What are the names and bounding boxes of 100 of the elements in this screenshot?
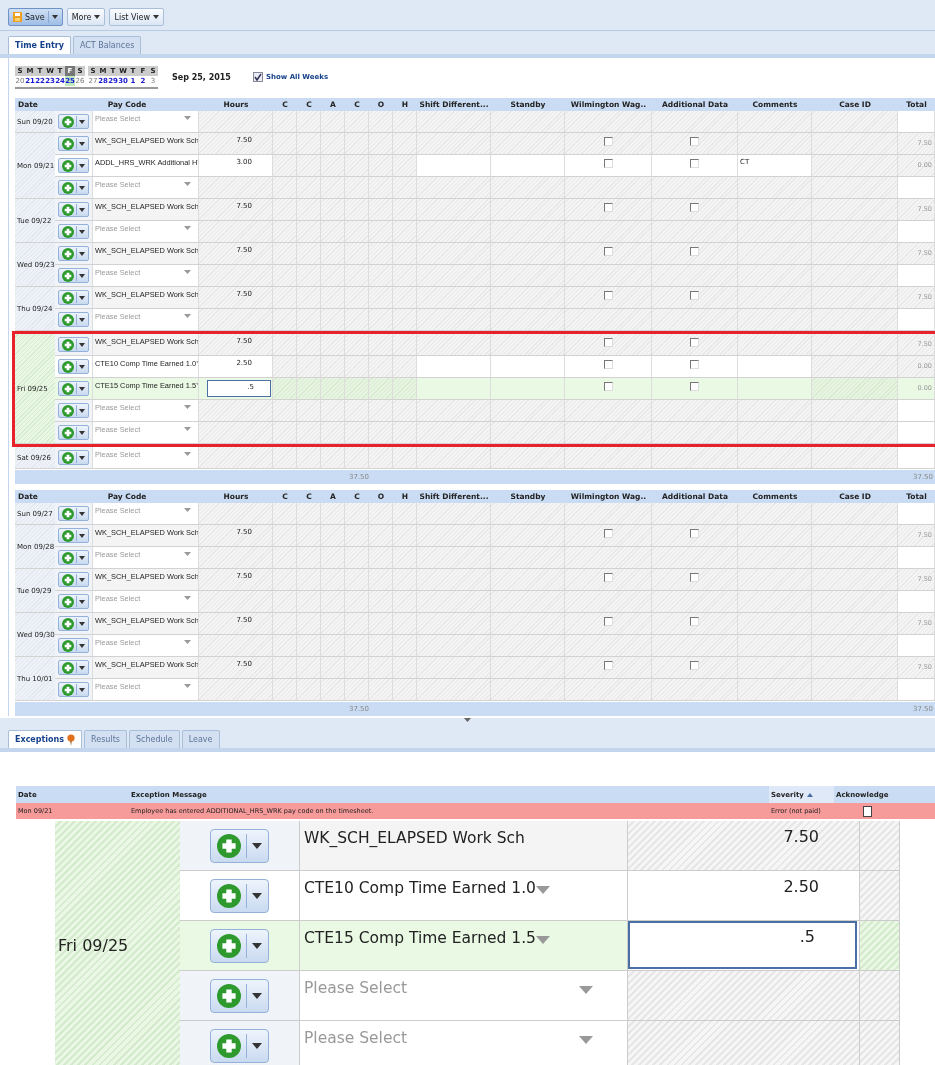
checkbox[interactable]	[690, 360, 699, 369]
caret-icon	[79, 511, 85, 516]
checkbox[interactable]	[603, 360, 613, 369]
dropdown-caret-icon	[184, 182, 191, 186]
checkbox[interactable]	[690, 159, 699, 168]
checkbox[interactable]	[690, 382, 699, 391]
plus-icon	[62, 683, 74, 696]
plus-icon	[62, 382, 74, 395]
tab[interactable]: Schedule	[128, 730, 180, 748]
checkbox[interactable]	[603, 159, 613, 168]
caret-icon	[79, 229, 85, 234]
plus-icon	[217, 883, 241, 908]
show-all-weeks-checkbox[interactable]	[252, 72, 263, 82]
dropdown-caret-icon	[535, 936, 550, 944]
checkbox[interactable]	[603, 529, 613, 538]
dropdown-caret-icon	[184, 508, 191, 512]
plus-icon	[62, 181, 74, 194]
plus-icon	[62, 661, 74, 674]
plus-icon	[62, 426, 74, 439]
collapse-caret-icon[interactable]	[464, 718, 471, 722]
plus-icon	[62, 507, 74, 520]
plus-icon	[62, 338, 74, 351]
caret-icon	[79, 207, 85, 212]
caret-icon	[79, 533, 85, 538]
caret-icon	[252, 942, 262, 949]
checkbox[interactable]	[603, 661, 613, 670]
caret-icon	[79, 317, 85, 322]
plus-icon	[217, 1033, 241, 1058]
dropdown-caret-icon	[579, 1036, 593, 1044]
checkbox[interactable]	[690, 338, 699, 347]
tab[interactable]: Exceptions	[8, 730, 83, 748]
caret-icon	[79, 364, 85, 369]
tab[interactable]: Leave	[181, 730, 220, 748]
tab[interactable]: Results	[84, 730, 127, 748]
checkbox[interactable]	[690, 247, 699, 256]
caret-icon	[79, 163, 85, 168]
checkbox[interactable]	[690, 529, 699, 538]
hours-input[interactable]: 7.50	[783, 821, 859, 870]
dropdown-caret-icon	[184, 552, 191, 556]
dropdown-caret-icon	[184, 427, 191, 431]
save-button[interactable]: Save	[8, 8, 63, 26]
checkbox[interactable]	[690, 661, 699, 670]
checkbox[interactable]	[603, 291, 613, 300]
checkbox[interactable]	[603, 338, 613, 347]
checkbox[interactable]	[690, 617, 699, 626]
checkbox[interactable]	[690, 137, 699, 146]
caret-icon	[252, 892, 262, 899]
plus-icon	[217, 833, 241, 858]
caret-icon	[79, 430, 85, 435]
plus-icon	[62, 451, 74, 464]
caret-icon	[79, 687, 85, 692]
date-cell: Fri 09/25	[55, 821, 180, 1065]
checkbox[interactable]	[603, 137, 613, 146]
dropdown-caret-icon	[184, 270, 191, 274]
menu-button[interactable]: More	[66, 8, 106, 26]
caret-icon	[79, 455, 85, 460]
checkbox[interactable]	[603, 573, 613, 582]
menu-button[interactable]: List View	[109, 8, 164, 26]
plus-icon	[62, 247, 74, 260]
plus-icon	[62, 203, 74, 216]
caret-icon	[79, 643, 85, 648]
checkbox[interactable]	[690, 291, 699, 300]
plus-icon	[217, 983, 241, 1008]
acknowledge-checkbox[interactable]	[863, 805, 872, 817]
pay-code-dropdown[interactable]: CTE15 Comp Time Earned 1.5	[300, 921, 627, 970]
caret-icon	[252, 1042, 262, 1049]
caret-icon	[79, 408, 85, 413]
dropdown-caret-icon	[184, 684, 191, 688]
caret-icon	[153, 15, 159, 19]
hours-input[interactable]: 2.50	[783, 871, 859, 920]
plus-icon	[62, 617, 74, 630]
add-row-button[interactable]	[210, 878, 269, 913]
hours-input[interactable]: .5	[628, 921, 857, 969]
plus-icon	[62, 291, 74, 304]
checkbox[interactable]	[603, 203, 613, 212]
add-row-button[interactable]	[210, 828, 269, 863]
dropdown-caret-icon	[184, 226, 191, 230]
checkbox[interactable]	[690, 203, 699, 212]
dropdown-caret-icon	[184, 596, 191, 600]
checkbox[interactable]	[603, 247, 613, 256]
tab[interactable]: Time Entry	[8, 36, 71, 54]
pay-code-dropdown[interactable]: CTE10 Comp Time Earned 1.0	[300, 871, 627, 920]
date-label: Sep 25, 2015	[172, 72, 231, 82]
checkbox[interactable]	[690, 573, 699, 582]
caret-icon	[252, 992, 262, 999]
caret-icon	[79, 295, 85, 300]
add-row-button[interactable]	[210, 1028, 269, 1063]
add-row-button[interactable]	[210, 978, 269, 1013]
add-row-button[interactable]	[210, 928, 269, 963]
tab[interactable]: ACT Balances	[72, 36, 142, 54]
dropdown-caret-icon	[184, 640, 191, 644]
checkbox[interactable]	[603, 382, 613, 391]
caret-icon	[79, 599, 85, 604]
caret-icon	[79, 665, 85, 670]
plus-icon	[62, 313, 74, 326]
caret-icon	[79, 621, 85, 626]
plus-icon	[62, 159, 74, 172]
caret-icon	[79, 342, 85, 347]
plus-icon	[217, 933, 241, 958]
checkbox[interactable]	[603, 617, 613, 626]
